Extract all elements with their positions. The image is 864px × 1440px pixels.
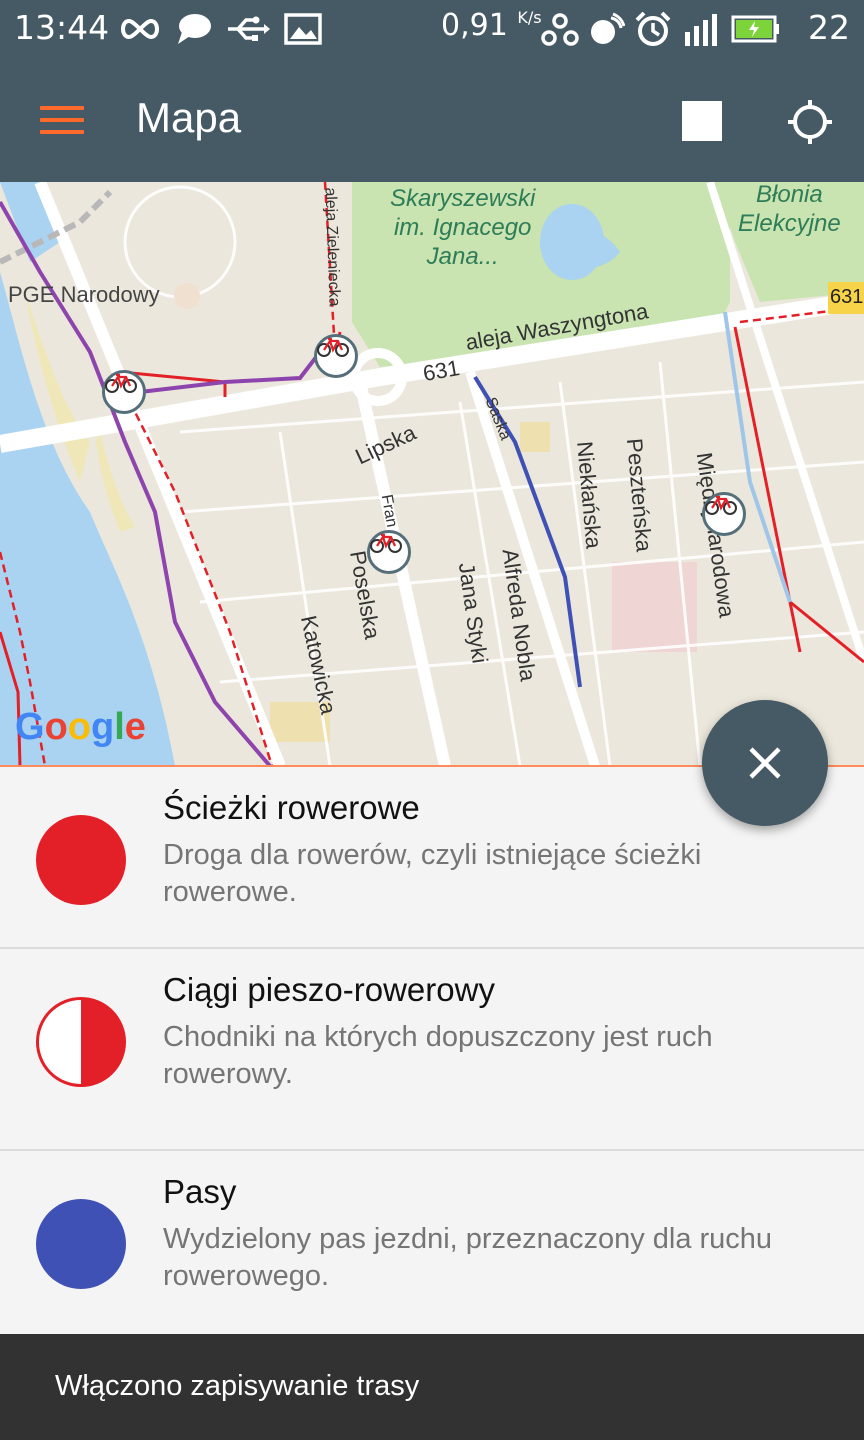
- road-shield-631: 631: [830, 286, 864, 308]
- legend-title: Ścieżki rowerowe: [163, 789, 420, 826]
- notification-icons: [118, 10, 322, 48]
- hamburger-menu-icon[interactable]: [40, 102, 86, 138]
- snackbar-message: Włączono zapisywanie trasy: [55, 1370, 420, 1402]
- close-legend-button[interactable]: [702, 700, 828, 826]
- bicycle-icon: [370, 533, 402, 553]
- network-speed-unit: K/s: [517, 8, 542, 27]
- stadium-label: PGE Narodowy: [8, 282, 200, 310]
- park-label-line-2: im. Ignacego: [393, 214, 532, 241]
- signal-icon: [685, 14, 717, 46]
- vpn-icon: [541, 13, 579, 46]
- park-label-blonia: Błonia Elekcyjne: [738, 182, 841, 238]
- hotspot-icon: [591, 12, 625, 44]
- status-bar: 13:44 0,91 K/s 22: [0, 0, 864, 58]
- park-label-line-3: Jana...: [426, 243, 499, 270]
- usb-icon: [228, 16, 270, 41]
- battery-percent: 22: [808, 8, 850, 47]
- bicycle-icon: [705, 495, 737, 515]
- chat-icon: [178, 14, 211, 44]
- close-icon: [749, 747, 781, 779]
- bike-marker[interactable]: [314, 334, 358, 378]
- network-speed: 0,91 K/s: [441, 8, 542, 43]
- stadium-icon: [173, 283, 200, 310]
- infinity-icon: [121, 18, 159, 40]
- stop-recording-button[interactable]: [682, 101, 722, 141]
- network-speed-value: 0,91: [441, 8, 508, 43]
- bicycle-icon: [317, 337, 349, 357]
- bike-marker[interactable]: [102, 370, 146, 414]
- legend-swatch-half-red: [36, 997, 126, 1087]
- legend-item-pasy: Pasy Wydzielony pas jezdni, przeznaczony…: [0, 1151, 864, 1334]
- bicycle-icon: [105, 373, 137, 393]
- app-bar: Mapa: [0, 58, 864, 182]
- bike-marker[interactable]: [702, 492, 746, 536]
- park-label-line-1: Skaryszewski: [390, 185, 536, 212]
- park-label-skaryszewski: Skaryszewski im. Ignacego Jana...: [390, 184, 535, 271]
- battery-icon: [731, 15, 779, 43]
- page-title: Mapa: [136, 94, 242, 141]
- legend-description: Chodniki na których dopuszczony jest ruc…: [163, 1021, 713, 1090]
- alarm-icon: [635, 11, 671, 46]
- legend-description: Droga dla rowerów, czyli istniejące ście…: [163, 839, 702, 908]
- legend-item-ciagi: Ciągi pieszo-rowerowy Chodniki na któryc…: [0, 949, 864, 1151]
- gps-locate-icon[interactable]: [786, 98, 834, 146]
- legend-swatch-solid-red: [36, 815, 126, 905]
- park-label-line-2: Elekcyjne: [738, 210, 841, 237]
- legend-swatch-solid-blue: [36, 1199, 126, 1289]
- status-time: 13:44: [14, 8, 110, 47]
- google-logo: Google: [15, 706, 146, 748]
- snackbar: Włączono zapisywanie trasy: [0, 1334, 864, 1440]
- legend-description: Wydzielony pas jezdni, przeznaczony dla …: [163, 1223, 773, 1292]
- park-label-line-1: Błonia: [756, 182, 823, 208]
- stadium-label-text: PGE Narodowy: [8, 282, 160, 307]
- image-icon: [284, 13, 322, 45]
- legend-title: Pasy: [163, 1173, 237, 1210]
- map-view[interactable]: Skaryszewski im. Ignacego Jana... Błonia…: [0, 182, 864, 766]
- system-icons: [541, 10, 781, 48]
- legend-title: Ciągi pieszo-rowerowy: [163, 971, 495, 1008]
- bike-marker[interactable]: [367, 530, 411, 574]
